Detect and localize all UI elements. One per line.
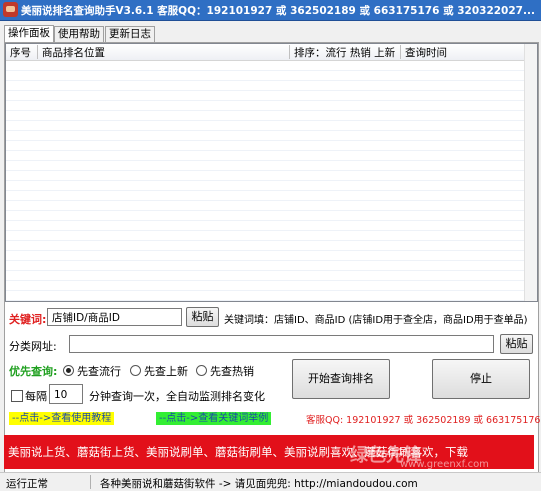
window-title: 美丽说排名查询助手V3.6.1 客服QQ：192101927 或 3625021…	[21, 5, 535, 17]
tab-changelog[interactable]: 更新日志	[105, 26, 155, 42]
radio-new-label[interactable]: 先查上新	[144, 363, 188, 379]
keyword-input[interactable]: 店铺ID/商品ID	[47, 308, 182, 326]
operation-panel: 序号 商品排名位置 排序：流行 热销 上新 查询时间 关键词: 店铺ID/商品I…	[4, 42, 541, 485]
column-header-sort[interactable]: 排序：流行 热销 上新	[294, 45, 395, 60]
radio-hot[interactable]	[196, 365, 207, 376]
keyword-label: 关键词:	[9, 313, 47, 326]
tab-operation-panel[interactable]: 操作面板	[4, 25, 54, 43]
app-icon	[3, 2, 18, 17]
interval-label[interactable]: 每隔	[25, 388, 47, 404]
interval-checkbox[interactable]	[11, 390, 23, 402]
results-table[interactable]: 序号 商品排名位置 排序：流行 热销 上新 查询时间	[5, 43, 538, 302]
status-message: 各种美丽说和蘑菇街软件 -> 请见面兜兜: http://miandoudou.…	[100, 478, 418, 490]
interval-minutes-input[interactable]: 10	[49, 384, 83, 404]
tutorial-link[interactable]: --点击->查看使用教程	[9, 412, 115, 425]
radio-hot-label[interactable]: 先查热销	[210, 363, 254, 379]
start-query-button[interactable]: 开始查询排名	[292, 359, 390, 399]
paste-keyword-button[interactable]: 粘贴	[186, 307, 219, 327]
column-header-index[interactable]: 序号	[10, 45, 31, 60]
status-state: 运行正常	[6, 478, 48, 490]
radio-popular-label[interactable]: 先查流行	[77, 363, 121, 379]
stop-button[interactable]: 停止	[432, 359, 530, 399]
interval-suffix: 分钟查询一次，全自动监测排名变化	[89, 390, 265, 403]
category-url-label: 分类网址:	[9, 340, 57, 353]
table-header: 序号 商品排名位置 排序：流行 热销 上新 查询时间	[6, 44, 536, 61]
table-body	[6, 61, 524, 301]
vertical-scrollbar[interactable]	[524, 44, 537, 301]
tab-help[interactable]: 使用帮助	[54, 26, 104, 42]
column-header-rank-position[interactable]: 商品排名位置	[42, 45, 105, 60]
status-divider	[90, 475, 91, 489]
keyword-hint: 关键词填：店铺ID、商品ID (店铺ID用于查全店，商品ID用于查单品)	[224, 315, 528, 326]
promo-banner[interactable]: 美丽说上货、蘑菇街上货、美丽说刷单、蘑菇街刷单、美丽说刷喜欢、蘑菇街刷喜欢，下载	[4, 435, 534, 469]
column-divider	[37, 45, 38, 59]
radio-popular[interactable]	[63, 365, 74, 376]
column-divider	[400, 45, 401, 59]
category-url-input[interactable]	[69, 335, 494, 353]
priority-label: 优先查询:	[9, 365, 58, 378]
paste-category-button[interactable]: 粘贴	[500, 334, 533, 354]
column-header-query-time[interactable]: 查询时间	[405, 45, 447, 60]
main-window: 操作面板 使用帮助 更新日志 序号 商品排名位置 排序：流行 热销 上新 查询时…	[0, 21, 541, 491]
status-bar: 运行正常 各种美丽说和蘑菇街软件 -> 请见面兜兜: http://miando…	[0, 472, 541, 491]
title-bar: 美丽说排名查询助手V3.6.1 客服QQ：192101927 或 3625021…	[0, 0, 541, 21]
column-divider	[289, 45, 290, 59]
radio-new[interactable]	[130, 365, 141, 376]
keyword-example-link[interactable]: --点击->查看关键词举例	[156, 412, 272, 425]
support-qq-text: 客服QQ: 192101927 或 362502189 或 663175176 …	[306, 415, 541, 426]
